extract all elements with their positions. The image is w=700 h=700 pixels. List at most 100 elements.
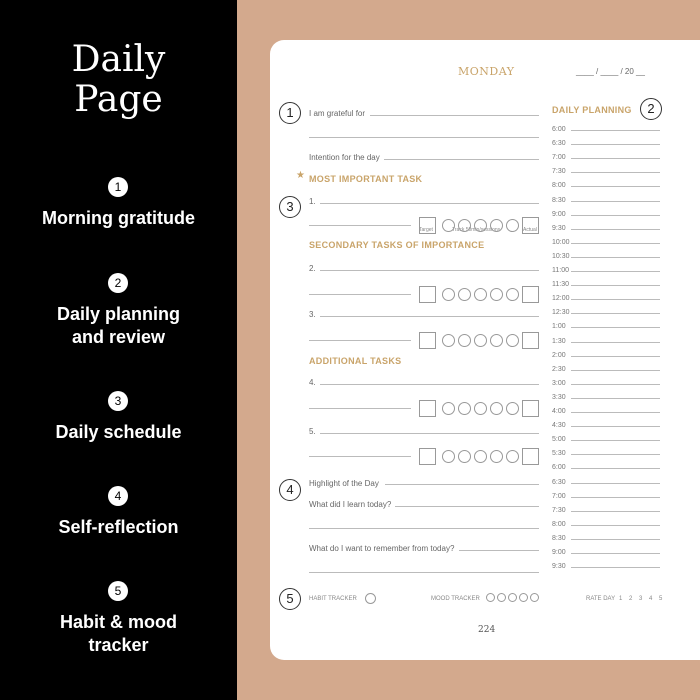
- actual-box[interactable]: [522, 400, 539, 417]
- time-line[interactable]: [571, 313, 660, 315]
- actual-box[interactable]: [522, 217, 539, 234]
- rate-value[interactable]: 3: [639, 596, 642, 602]
- task-line[interactable]: [320, 203, 539, 204]
- learn-line[interactable]: [395, 506, 539, 507]
- task-line[interactable]: [320, 270, 539, 271]
- session-circle[interactable]: [442, 402, 455, 415]
- time-line[interactable]: [571, 440, 660, 442]
- session-circle[interactable]: [458, 402, 471, 415]
- time-line[interactable]: [571, 172, 660, 174]
- rate-value[interactable]: 5: [659, 596, 662, 602]
- time-line[interactable]: [571, 468, 660, 470]
- session-circle[interactable]: [506, 402, 519, 415]
- target-box[interactable]: [419, 448, 436, 465]
- target-box[interactable]: [419, 400, 436, 417]
- session-circle[interactable]: [442, 450, 455, 463]
- session-circle[interactable]: [458, 219, 471, 232]
- session-circle[interactable]: [442, 288, 455, 301]
- session-circle[interactable]: [506, 219, 519, 232]
- grateful-line-2[interactable]: [309, 137, 539, 138]
- session-circle[interactable]: [474, 288, 487, 301]
- time-line[interactable]: [571, 341, 660, 343]
- task-line[interactable]: [320, 433, 539, 434]
- session-circle[interactable]: [458, 334, 471, 347]
- grateful-line[interactable]: [370, 115, 539, 116]
- session-circle[interactable]: [490, 288, 503, 301]
- task-line[interactable]: [320, 384, 539, 385]
- remember-line[interactable]: [459, 550, 539, 551]
- rate-value[interactable]: 2: [629, 596, 632, 602]
- session-circle[interactable]: [442, 334, 455, 347]
- time-line[interactable]: [571, 285, 660, 287]
- time-line[interactable]: [571, 553, 660, 554]
- session-circle[interactable]: [506, 288, 519, 301]
- time-line[interactable]: [571, 144, 660, 146]
- time-line[interactable]: [571, 271, 660, 272]
- session-circle[interactable]: [490, 402, 503, 415]
- time-line[interactable]: [571, 567, 660, 569]
- happy-face-icon[interactable]: [530, 593, 539, 602]
- session-circle[interactable]: [490, 450, 503, 463]
- learn-line-2[interactable]: [309, 528, 539, 529]
- time-line[interactable]: [571, 299, 660, 301]
- time-line[interactable]: [571, 482, 660, 484]
- time-line[interactable]: [571, 214, 660, 216]
- session-circle[interactable]: [506, 450, 519, 463]
- task-line[interactable]: [320, 316, 539, 317]
- actual-box[interactable]: [522, 448, 539, 465]
- time-line[interactable]: [571, 454, 660, 456]
- time-line[interactable]: [571, 200, 660, 202]
- actual-box[interactable]: [522, 332, 539, 349]
- rate-value[interactable]: 4: [649, 596, 652, 602]
- task-line-2[interactable]: [309, 456, 411, 457]
- time-line[interactable]: [571, 496, 660, 498]
- date-field[interactable]: ____ / ____ / 20 __: [576, 67, 645, 76]
- sad-face-icon[interactable]: [497, 593, 506, 602]
- actual-box[interactable]: [522, 286, 539, 303]
- time-line[interactable]: [571, 412, 660, 413]
- session-circle[interactable]: [490, 334, 503, 347]
- time-line[interactable]: [571, 510, 660, 512]
- meh-face-icon[interactable]: [508, 593, 517, 602]
- task-line-2[interactable]: [309, 408, 411, 409]
- rate-value[interactable]: 1: [619, 596, 622, 602]
- task-line-2[interactable]: [309, 225, 411, 226]
- session-circle[interactable]: [458, 288, 471, 301]
- session-circle[interactable]: [442, 219, 455, 232]
- time-line[interactable]: [571, 524, 660, 526]
- time-line[interactable]: [571, 228, 660, 230]
- session-circle[interactable]: [474, 219, 487, 232]
- time-label: 4:00: [552, 408, 566, 415]
- time-line[interactable]: [571, 242, 660, 244]
- session-circle[interactable]: [474, 402, 487, 415]
- session-circle[interactable]: [458, 450, 471, 463]
- time-line[interactable]: [571, 383, 660, 385]
- session-circle[interactable]: [474, 334, 487, 347]
- time-line[interactable]: [571, 397, 660, 399]
- task-line-2[interactable]: [309, 340, 411, 341]
- session-circle[interactable]: [490, 219, 503, 232]
- highlight-line[interactable]: [385, 484, 539, 485]
- target-box[interactable]: [419, 286, 436, 303]
- time-line[interactable]: [571, 186, 660, 188]
- remember-line-2[interactable]: [309, 572, 539, 573]
- target-box[interactable]: [419, 332, 436, 349]
- time-line[interactable]: [571, 158, 660, 160]
- session-circle[interactable]: [506, 334, 519, 347]
- time-line[interactable]: [571, 256, 660, 258]
- intention-line[interactable]: [384, 159, 539, 160]
- neutral-face-icon[interactable]: [486, 593, 495, 602]
- habit-checkbox[interactable]: [365, 593, 376, 604]
- session-circle[interactable]: [474, 450, 487, 463]
- time-line[interactable]: [571, 369, 660, 371]
- task-number: 5.: [309, 427, 316, 436]
- smile-face-icon[interactable]: [519, 593, 528, 602]
- task-line-2[interactable]: [309, 294, 411, 295]
- time-line[interactable]: [571, 355, 660, 357]
- time-label: 11:00: [552, 267, 569, 274]
- time-line[interactable]: [571, 426, 660, 428]
- time-line[interactable]: [571, 130, 660, 131]
- target-box[interactable]: [419, 217, 436, 234]
- time-line[interactable]: [571, 327, 660, 329]
- time-line[interactable]: [571, 538, 660, 540]
